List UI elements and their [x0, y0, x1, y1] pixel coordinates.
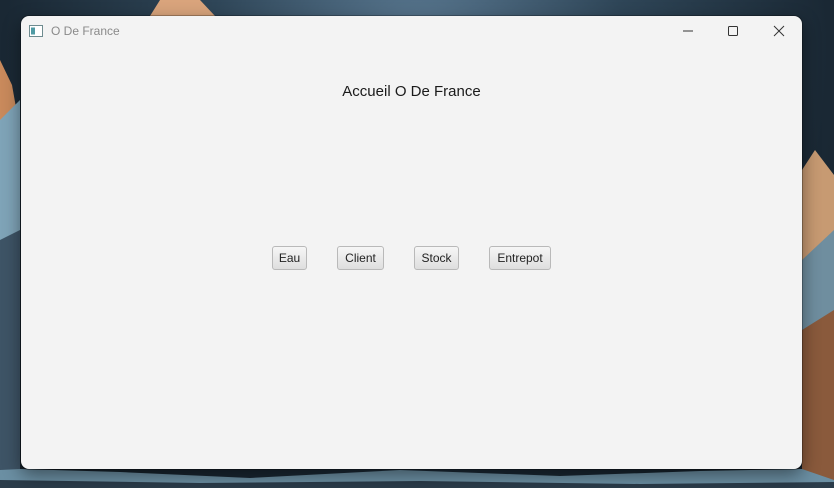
entrepot-button[interactable]: Entrepot: [489, 246, 551, 270]
window-title: O De France: [51, 24, 120, 38]
close-icon: [773, 25, 785, 37]
maximize-icon: [727, 25, 739, 37]
app-window: O De France Accueil O De France Eau Clie…: [21, 16, 802, 469]
maximize-button[interactable]: [711, 16, 755, 46]
minimize-icon: [682, 25, 694, 37]
page-title: Accueil O De France: [342, 83, 481, 100]
minimize-button[interactable]: [666, 16, 710, 46]
title-bar[interactable]: O De France: [21, 16, 802, 46]
eau-button[interactable]: Eau: [272, 246, 307, 270]
close-button[interactable]: [757, 16, 801, 46]
app-window-icon: [29, 24, 43, 37]
desktop-wallpaper: O De France Accueil O De France Eau Clie…: [0, 0, 834, 488]
stock-button[interactable]: Stock: [414, 246, 459, 270]
client-button[interactable]: Client: [337, 246, 384, 270]
